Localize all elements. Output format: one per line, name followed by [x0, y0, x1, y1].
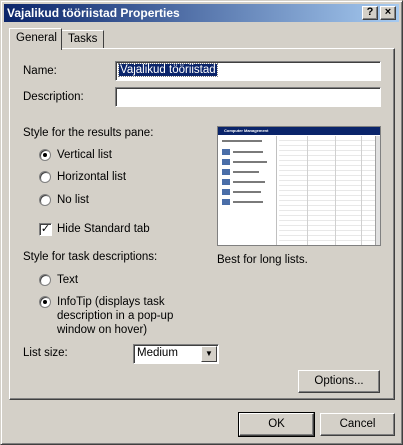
description-field[interactable]: [115, 87, 381, 107]
task-desc-heading: Style for task descriptions:: [23, 251, 158, 263]
properties-dialog: Vajalikud tööriistad Properties ? × Gene…: [0, 0, 403, 445]
preview-caption: Best for long lists.: [217, 254, 308, 266]
infotip-line-3[interactable]: window on hover): [57, 324, 147, 336]
preview-results-list: [279, 136, 380, 245]
tab-tasks[interactable]: Tasks: [61, 30, 104, 48]
ok-button[interactable]: OK: [238, 412, 315, 437]
name-field[interactable]: Vajalikud tööriistad: [115, 61, 381, 81]
results-pane-heading: Style for the results pane:: [23, 127, 154, 139]
results-pane-preview: Computer Management: [217, 126, 381, 246]
preview-task-list: [219, 136, 277, 245]
help-icon[interactable]: ?: [362, 6, 378, 20]
close-icon[interactable]: ×: [380, 6, 396, 20]
horizontal-list-label[interactable]: Horizontal list: [57, 171, 126, 183]
options-button[interactable]: Options...: [298, 370, 380, 393]
title-bar[interactable]: Vajalikud tööriistad Properties ? ×: [4, 4, 399, 22]
cancel-button[interactable]: Cancel: [320, 413, 395, 436]
tab-tasks-label: Tasks: [68, 33, 98, 45]
no-list-label[interactable]: No list: [57, 194, 89, 206]
name-value: Vajalikud tööriistad: [118, 63, 218, 77]
dropdown-arrow-icon[interactable]: ▼: [201, 346, 217, 362]
list-size-value: Medium: [137, 347, 178, 359]
name-label: Name:: [23, 65, 57, 77]
radio-unselected-icon[interactable]: [39, 194, 51, 206]
vertical-list-label[interactable]: Vertical list: [57, 149, 112, 161]
infotip-line-2[interactable]: description in a pop-up: [57, 310, 173, 322]
window-title: Vajalikud tööriistad Properties: [7, 6, 180, 20]
checkbox-checked-icon[interactable]: ✓: [39, 223, 52, 236]
tab-general-label: General: [16, 32, 57, 44]
radio-selected-icon[interactable]: [39, 149, 51, 161]
preview-titlebar: Computer Management: [218, 127, 380, 135]
infotip-line-1[interactable]: InfoTip (displays task: [57, 296, 165, 308]
radio-selected-icon[interactable]: [39, 296, 51, 308]
text-option-label[interactable]: Text: [57, 274, 78, 286]
hide-standard-tab-label[interactable]: Hide Standard tab: [57, 223, 150, 235]
preview-window-title: Computer Management: [224, 128, 269, 133]
radio-unselected-icon[interactable]: [39, 171, 51, 183]
radio-unselected-icon[interactable]: [39, 274, 51, 286]
list-size-select[interactable]: Medium ▼: [133, 344, 219, 364]
tab-general[interactable]: General: [9, 28, 62, 50]
description-label: Description:: [23, 91, 84, 103]
list-size-label: List size:: [23, 347, 68, 359]
